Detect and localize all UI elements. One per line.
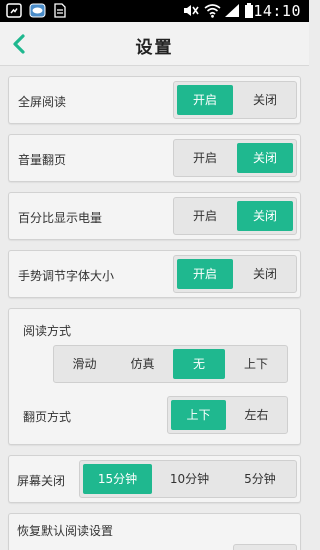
battery-percent-on-option[interactable]: 开启: [177, 201, 233, 231]
title-bar: 设置: [0, 22, 309, 66]
volume-page-on-option[interactable]: 开启: [177, 143, 233, 173]
page-mode-label: 翻页方式: [23, 410, 72, 424]
read-mode-selector: 滑动 仿真 无 上下: [53, 345, 288, 383]
screen-off-15min-option[interactable]: 15分钟: [83, 464, 152, 494]
signal-icon: [225, 4, 239, 17]
setting-label: 手势调节字体大小: [18, 269, 115, 283]
gesture-font-toggle: 开启 关闭: [173, 255, 297, 293]
setting-label: 百分比显示电量: [18, 211, 103, 225]
fullscreen-toggle: 开启 关闭: [173, 81, 297, 119]
screen-off-5min-option[interactable]: 5分钟: [227, 464, 293, 494]
fullscreen-off-option[interactable]: 关闭: [237, 85, 293, 115]
setting-card-volume-page: 音量翻页 开启 关闭: [8, 134, 301, 182]
status-bar: 14:10: [0, 0, 309, 22]
read-mode-slide-option[interactable]: 滑动: [57, 349, 112, 379]
setting-card-screen-off: 屏幕关闭 15分钟 10分钟 5分钟: [8, 455, 301, 503]
gesture-font-off-option[interactable]: 关闭: [237, 259, 293, 289]
read-mode-label: 阅读方式: [23, 324, 72, 338]
setting-card-fullscreen: 全屏阅读 开启 关闭: [8, 76, 301, 124]
setting-label: 全屏阅读: [18, 95, 67, 109]
setting-card-reading: 阅读方式 滑动 仿真 无 上下 翻页方式 上下 左右: [8, 308, 301, 445]
screen-off-selector: 15分钟 10分钟 5分钟: [79, 460, 297, 498]
mute-icon: [184, 5, 199, 16]
notification-icon: [6, 3, 22, 18]
volume-page-toggle: 开启 关闭: [173, 139, 297, 177]
battery-percent-toggle: 开启 关闭: [173, 197, 297, 235]
fullscreen-on-option[interactable]: 开启: [177, 85, 233, 115]
gesture-font-on-option[interactable]: 开启: [177, 259, 233, 289]
screen-off-10min-option[interactable]: 10分钟: [155, 464, 224, 494]
volume-page-off-option[interactable]: 关闭: [237, 143, 293, 173]
page-mode-vertical-option[interactable]: 上下: [171, 400, 226, 430]
battery-percent-off-option[interactable]: 关闭: [237, 201, 293, 231]
setting-card-gesture-font: 手势调节字体大小 开启 关闭: [8, 250, 301, 298]
reset-button[interactable]: [233, 544, 297, 550]
reset-label: 恢复默认阅读设置: [17, 524, 114, 538]
setting-label: 音量翻页: [18, 153, 67, 167]
page-mode-horizontal-option[interactable]: 左右: [229, 400, 284, 430]
gallery-icon: [29, 3, 46, 18]
read-mode-vertical-option[interactable]: 上下: [228, 349, 284, 379]
setting-card-battery-percent: 百分比显示电量 开启 关闭: [8, 192, 301, 240]
page-mode-selector: 上下 左右: [167, 396, 288, 434]
wifi-icon: [204, 4, 221, 18]
page-title: 设置: [135, 38, 174, 58]
setting-card-reset[interactable]: 恢复默认阅读设置: [8, 513, 301, 550]
status-time: 14:10: [253, 2, 301, 20]
setting-label: 屏幕关闭: [17, 474, 66, 488]
document-icon: [54, 3, 66, 18]
read-mode-simulate-option[interactable]: 仿真: [115, 349, 170, 379]
read-mode-none-option[interactable]: 无: [173, 349, 225, 379]
